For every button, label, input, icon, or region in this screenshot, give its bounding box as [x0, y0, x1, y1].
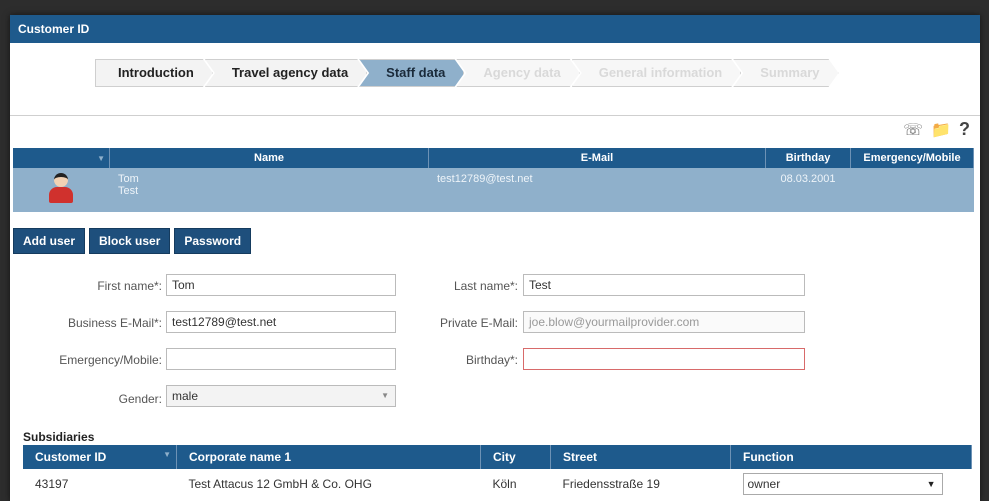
private-email-input[interactable]: joe.blow@yourmailprovider.com [523, 311, 805, 333]
emergency-mobile-input[interactable] [166, 348, 396, 370]
user-actions: Add user Block user Password [13, 228, 252, 254]
street-cell: Friedensstraße 19 [562, 477, 660, 491]
customer-id-cell: 43197 [35, 477, 69, 491]
column-header-name[interactable]: Name [109, 148, 429, 168]
email-cell: test12789@test.net [428, 168, 766, 212]
corporate-name-cell: Test Attacus 12 GmbH & Co. OHG [188, 477, 372, 491]
gender-value: male [172, 389, 199, 403]
table-row[interactable]: Tom Test test12789@test.net 08.03.2001 [13, 168, 974, 212]
last-name-text: Test [118, 185, 139, 197]
toolbar: ☏ 📁 ? [903, 119, 970, 140]
gender-select[interactable]: male ▼ [166, 385, 396, 407]
password-button[interactable]: Password [174, 228, 252, 254]
dialog-title: Customer ID [10, 15, 980, 43]
folder-icon[interactable]: 📁 [931, 120, 951, 140]
subsidiaries-title: Subsidiaries [23, 430, 95, 444]
birthday-label: Birthday*: [465, 353, 518, 367]
column-header-street[interactable]: Street [550, 445, 731, 469]
add-user-button[interactable]: Add user [13, 228, 86, 254]
block-user-button[interactable]: Block user [89, 228, 171, 254]
wizard-step-staff-data[interactable]: Staff data [359, 59, 464, 87]
sort-icon[interactable]: ▼ [97, 154, 105, 163]
business-email-input[interactable]: test12789@test.net [166, 311, 396, 333]
column-header-customer-id[interactable]: Customer ID ▼ [23, 445, 177, 469]
column-header-email[interactable]: E-Mail [428, 148, 766, 168]
customer-dialog: Customer ID Introduction Travel agency d… [10, 15, 980, 501]
column-header-birthday[interactable]: Birthday [765, 148, 851, 168]
chevron-down-icon: ▼ [381, 391, 389, 400]
divider [10, 115, 980, 116]
column-header-corporate-name[interactable]: Corporate name 1 [176, 445, 481, 469]
mobile-cell [850, 168, 974, 212]
staff-table: ▼ Name E-Mail Birthday Emergency/Mobile … [13, 148, 974, 212]
wizard-step-general-information: General information [572, 59, 742, 87]
wizard-step-agency-data: Agency data [456, 59, 579, 87]
business-email-label: Business E-Mail*: [67, 316, 162, 330]
column-header-avatar[interactable]: ▼ [13, 148, 110, 168]
name-cell: Tom Test [109, 168, 429, 212]
function-cell: owner ▼ [731, 469, 972, 499]
wizard-step-summary: Summary [733, 59, 838, 87]
first-name-text: Tom [118, 173, 139, 185]
subsidiaries-table: Customer ID ▼ Corporate name 1 City Stree… [23, 445, 972, 499]
column-header-emergency-mobile[interactable]: Emergency/Mobile [850, 148, 974, 168]
birthday-cell: 08.03.2001 [765, 168, 851, 212]
phone-icon[interactable]: ☏ [903, 120, 923, 140]
function-select[interactable]: owner ▼ [742, 473, 943, 495]
last-name-label: Last name*: [453, 279, 518, 293]
column-header-city[interactable]: City [480, 445, 551, 469]
chevron-down-icon: ▼ [926, 479, 936, 489]
table-row[interactable]: 43197 Test Attacus 12 GmbH & Co. OHG Köl… [23, 469, 972, 499]
wizard-step-introduction[interactable]: Introduction [95, 59, 213, 87]
gender-label: Gender: [118, 392, 162, 406]
wizard-steps: Introduction Travel agency data Staff da… [95, 59, 831, 85]
first-name-input[interactable]: Tom [166, 274, 396, 296]
city-cell: Köln [492, 477, 517, 491]
emergency-mobile-label: Emergency/Mobile: [59, 353, 162, 367]
last-name-input[interactable]: Test [523, 274, 805, 296]
sort-icon[interactable]: ▼ [163, 450, 171, 459]
column-header-function[interactable]: Function [730, 445, 972, 469]
first-name-label: First name*: [97, 279, 162, 293]
wizard-step-travel-agency-data[interactable]: Travel agency data [205, 59, 367, 87]
avatar [48, 173, 74, 203]
help-icon[interactable]: ? [959, 119, 970, 140]
birthday-input[interactable] [523, 348, 805, 370]
private-email-label: Private E-Mail: [439, 316, 518, 330]
function-value: owner [747, 477, 781, 491]
avatar-cell [13, 168, 110, 212]
